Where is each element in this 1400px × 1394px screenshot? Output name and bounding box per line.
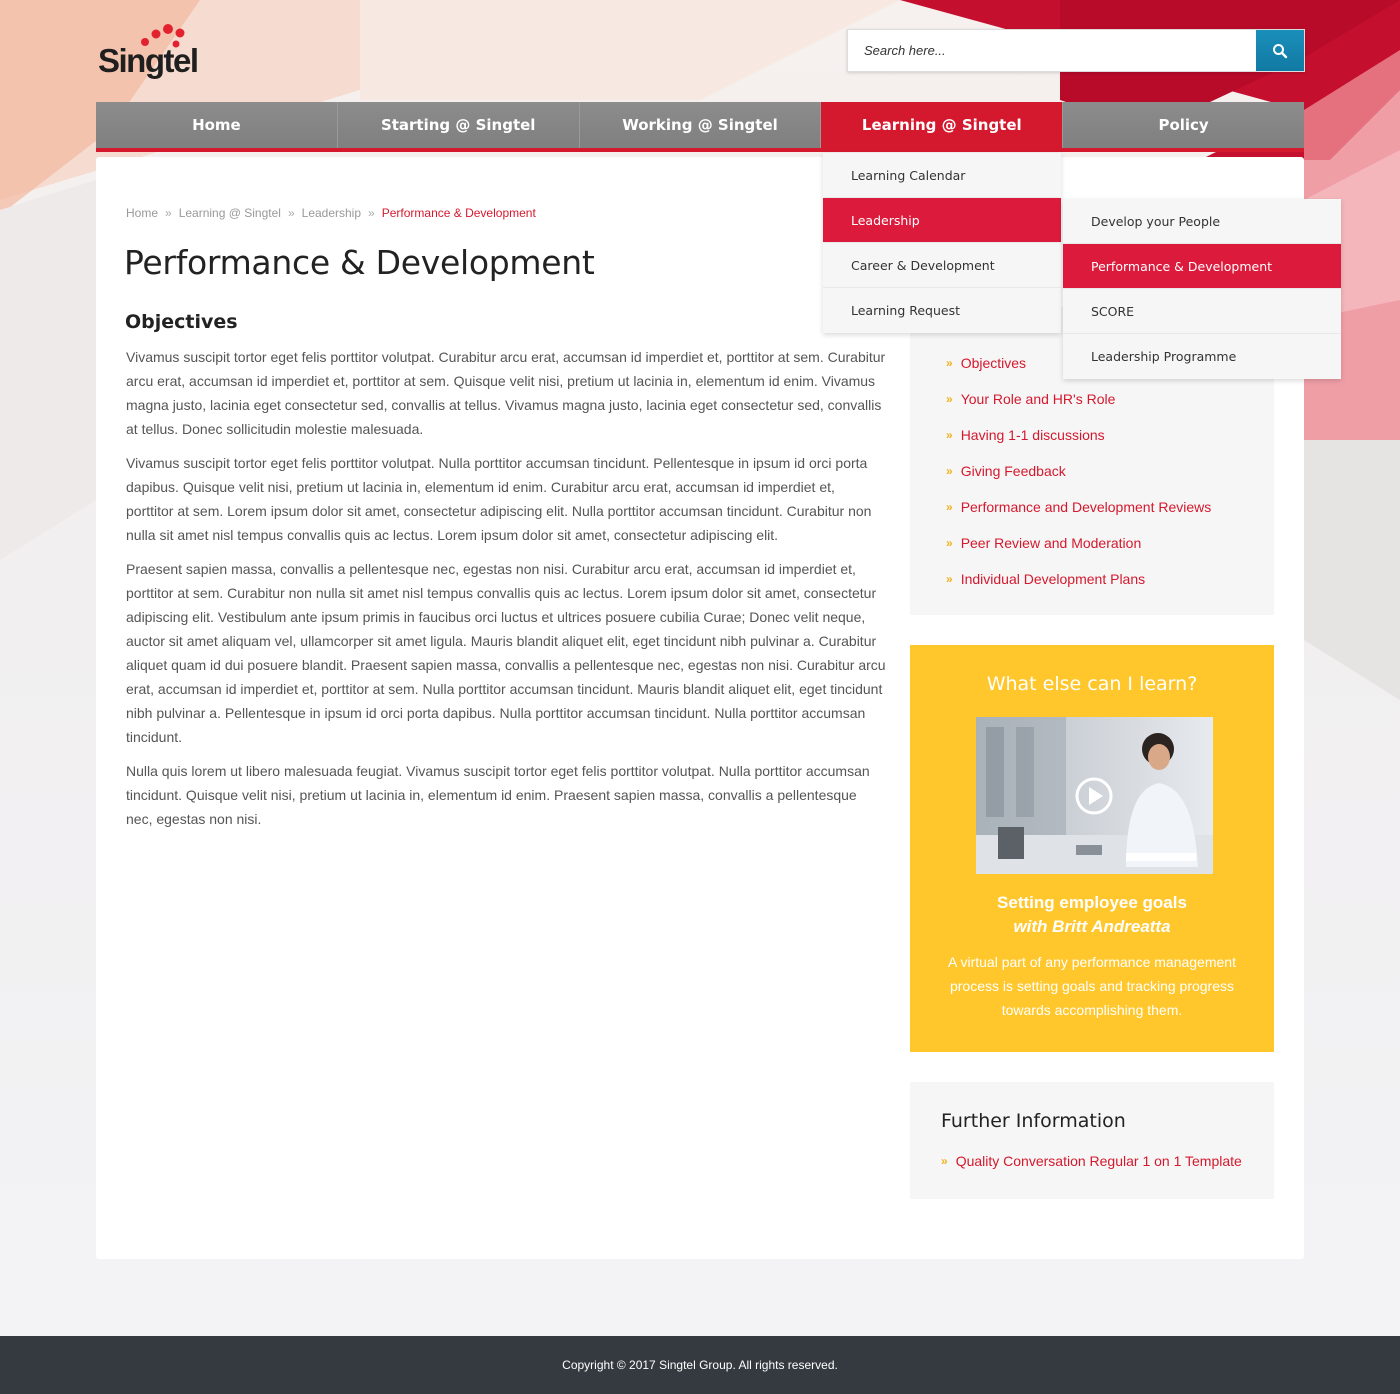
toc-link[interactable]: » Peer Review and Moderation xyxy=(946,525,1211,561)
chevron-right-icon: » xyxy=(946,464,953,478)
toc-link[interactable]: » Your Role and HR's Role xyxy=(946,381,1211,417)
toc-link-label: Giving Feedback xyxy=(960,463,1066,479)
dropdown-item-learning-request[interactable]: Learning Request xyxy=(823,288,1061,333)
toc-link-label: Peer Review and Moderation xyxy=(960,535,1142,551)
nav-working[interactable]: Working @ Singtel xyxy=(579,102,822,148)
video-author: with Britt Andreatta xyxy=(1013,917,1171,936)
toc-link[interactable]: » Giving Feedback xyxy=(946,453,1211,489)
submenu-item-performance-development[interactable]: Performance & Development xyxy=(1063,244,1341,289)
submenu-item-develop-people[interactable]: Develop your People xyxy=(1063,199,1341,244)
footer: Copyright © 2017 Singtel Group. All righ… xyxy=(0,1336,1400,1394)
nav-learning[interactable]: Learning @ Singtel xyxy=(821,102,1064,148)
paragraph: Nulla quis lorem ut libero malesuada feu… xyxy=(126,763,870,827)
chevron-right-icon: » xyxy=(946,572,953,586)
video-title[interactable]: Setting employee goals xyxy=(910,891,1274,915)
toc-link[interactable]: » Performance and Development Reviews xyxy=(946,489,1211,525)
copyright-text: Copyright © 2017 Singtel Group. All righ… xyxy=(562,1358,838,1372)
search-input[interactable] xyxy=(848,30,1256,71)
breadcrumb-current: Performance & Development xyxy=(381,206,536,220)
submenu-item-leadership-programme[interactable]: Leadership Programme xyxy=(1063,334,1341,379)
nav-home[interactable]: Home xyxy=(96,102,338,148)
video-caption: Setting employee goals with Britt Andrea… xyxy=(910,891,1274,939)
chevron-right-icon: » xyxy=(946,500,953,514)
breadcrumb-leadership[interactable]: Leadership xyxy=(302,206,361,220)
singtel-logo[interactable]: Singtel xyxy=(98,24,208,80)
dropdown-item-leadership[interactable]: Leadership xyxy=(823,198,1061,243)
main-nav: Home Starting @ Singtel Working @ Singte… xyxy=(96,102,1304,152)
page-title: Performance & Development xyxy=(124,243,595,282)
toc-link-label: Performance and Development Reviews xyxy=(960,499,1212,515)
learn-more-panel: What else can I learn? Setting employee … xyxy=(910,645,1274,1052)
further-information: Further Information » Quality Conversati… xyxy=(910,1082,1274,1199)
chevron-right-icon: » xyxy=(946,356,953,370)
chevron-right-icon: » xyxy=(946,536,953,550)
dropdown-submenu-leadership: Develop your People Performance & Develo… xyxy=(1063,199,1341,379)
paragraph: Vivamus suscipit tortor eget felis portt… xyxy=(126,455,872,543)
further-link-label: Quality Conversation Regular 1 on 1 Temp… xyxy=(955,1153,1242,1169)
paragraph: Vivamus suscipit tortor eget felis portt… xyxy=(126,349,886,437)
learn-description: A virtual part of any performance manage… xyxy=(948,954,1236,1018)
dropdown-item-career-development[interactable]: Career & Development xyxy=(823,243,1061,288)
chevron-right-icon: » xyxy=(941,1154,948,1168)
toc-link-label: Having 1-1 discussions xyxy=(960,427,1105,443)
toc-link-label: Objectives xyxy=(960,355,1027,371)
dropdown-menu-learning: Learning Calendar Leadership Career & De… xyxy=(823,153,1061,333)
toc-link-label: Your Role and HR's Role xyxy=(960,391,1116,407)
logo-text: Singtel xyxy=(98,42,199,79)
further-link[interactable]: » Quality Conversation Regular 1 on 1 Te… xyxy=(941,1153,1242,1169)
search-icon xyxy=(1273,43,1288,58)
section-title: Objectives xyxy=(125,311,238,333)
paragraph: Praesent sapien massa, convallis a pelle… xyxy=(126,561,886,745)
chevron-right-icon: » xyxy=(287,206,295,220)
body-text: Vivamus suscipit tortor eget felis portt… xyxy=(126,345,886,841)
search-box xyxy=(847,29,1305,72)
further-title: Further Information xyxy=(941,1110,1126,1132)
nav-starting[interactable]: Starting @ Singtel xyxy=(337,102,580,148)
breadcrumb-home[interactable]: Home xyxy=(126,206,158,220)
toc-link[interactable]: » Individual Development Plans xyxy=(946,561,1211,597)
chevron-right-icon: » xyxy=(368,206,375,220)
video-thumbnail[interactable] xyxy=(976,717,1213,874)
search-button[interactable] xyxy=(1256,30,1304,71)
toc-link[interactable]: » Having 1-1 discussions xyxy=(946,417,1211,453)
toc-link-label: Individual Development Plans xyxy=(960,571,1146,587)
submenu-item-score[interactable]: SCORE xyxy=(1063,289,1341,334)
learn-title: What else can I learn? xyxy=(986,673,1198,695)
nav-policy[interactable]: Policy xyxy=(1063,102,1304,148)
chevron-right-icon: » xyxy=(165,206,172,220)
play-icon xyxy=(1075,777,1113,815)
breadcrumb: Home » Learning @ Singtel » Leadership »… xyxy=(126,206,536,220)
chevron-right-icon: » xyxy=(946,428,953,442)
dropdown-item-learning-calendar[interactable]: Learning Calendar xyxy=(823,153,1061,198)
breadcrumb-learning[interactable]: Learning @ Singtel xyxy=(179,206,281,220)
chevron-right-icon: » xyxy=(946,392,953,406)
